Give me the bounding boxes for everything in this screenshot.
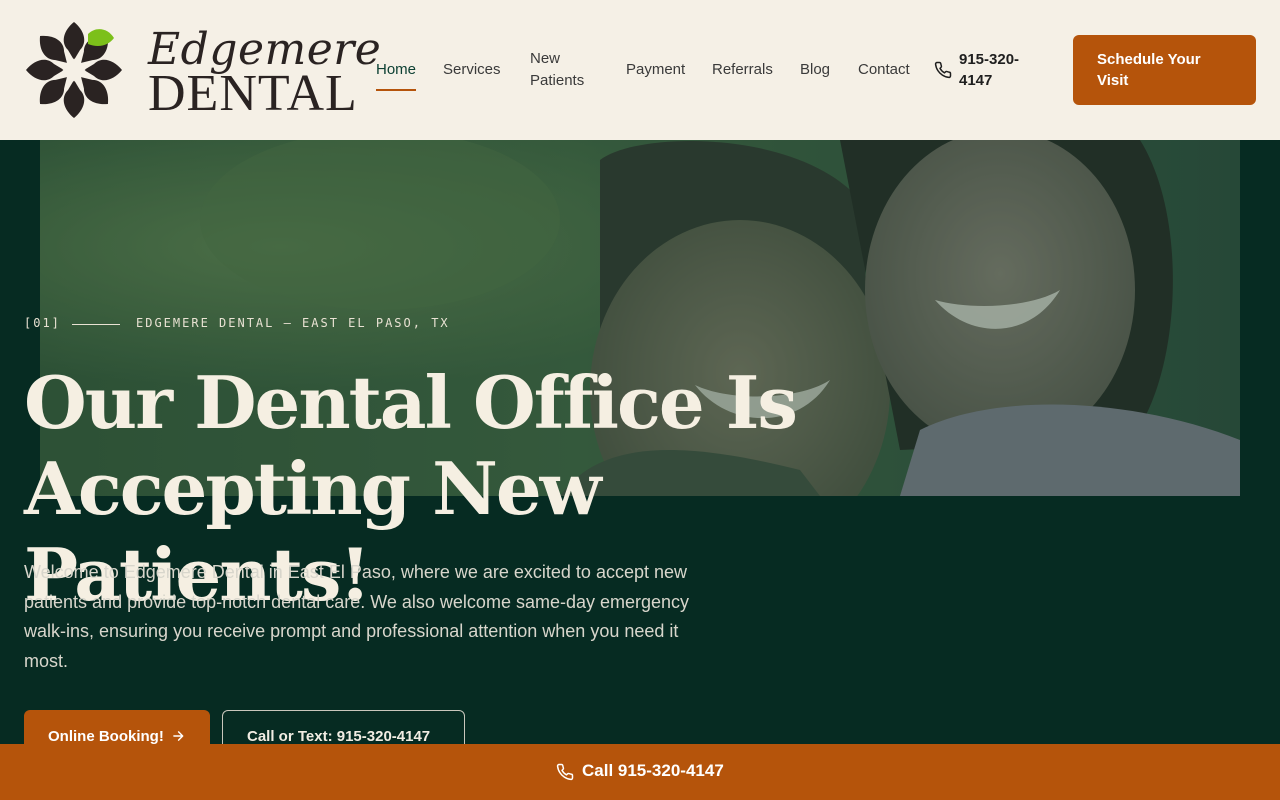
flower-logo-icon bbox=[26, 22, 122, 118]
phone-icon bbox=[934, 61, 952, 79]
schedule-visit-button[interactable]: Schedule Your Visit bbox=[1073, 35, 1256, 105]
eyebrow-number: [01] bbox=[24, 316, 61, 330]
active-underline bbox=[376, 89, 416, 91]
header-phone-link[interactable]: 915-320-4147 bbox=[934, 49, 1034, 93]
call-bar-label: Call 915-320-4147 bbox=[582, 761, 724, 780]
logo[interactable]: Edgemere DENTAL bbox=[24, 20, 381, 122]
hero-section: [01] EDGEMERE DENTAL — EAST EL PASO, TX … bbox=[0, 140, 1280, 744]
call-or-text-button[interactable]: Call or Text: 915-320-4147 bbox=[222, 710, 465, 744]
online-booking-button[interactable]: Online Booking! bbox=[24, 710, 210, 744]
nav-home[interactable]: Home bbox=[376, 59, 416, 91]
site-header: Edgemere DENTAL Home Services New Patien… bbox=[0, 0, 1280, 140]
arrow-right-icon bbox=[173, 731, 184, 741]
header-phone-number: 915-320-4147 bbox=[959, 51, 1020, 89]
nav-payment[interactable]: Payment bbox=[626, 59, 685, 81]
sticky-call-bar[interactable]: Call 915-320-4147 bbox=[0, 744, 1280, 800]
logo-subtitle: DENTAL bbox=[148, 65, 358, 122]
nav-contact[interactable]: Contact bbox=[858, 59, 910, 81]
nav-services[interactable]: Services bbox=[443, 59, 501, 81]
nav-blog[interactable]: Blog bbox=[800, 59, 830, 81]
nav-referrals[interactable]: Referrals bbox=[712, 59, 773, 81]
phone-icon bbox=[556, 763, 574, 781]
nav-new-patients[interactable]: New Patients bbox=[530, 48, 600, 92]
eyebrow-text: EDGEMERE DENTAL — EAST EL PASO, TX bbox=[136, 316, 450, 330]
hero-description: Welcome to Edgemere Dental in East El Pa… bbox=[24, 562, 690, 671]
eyebrow-divider bbox=[72, 324, 120, 325]
